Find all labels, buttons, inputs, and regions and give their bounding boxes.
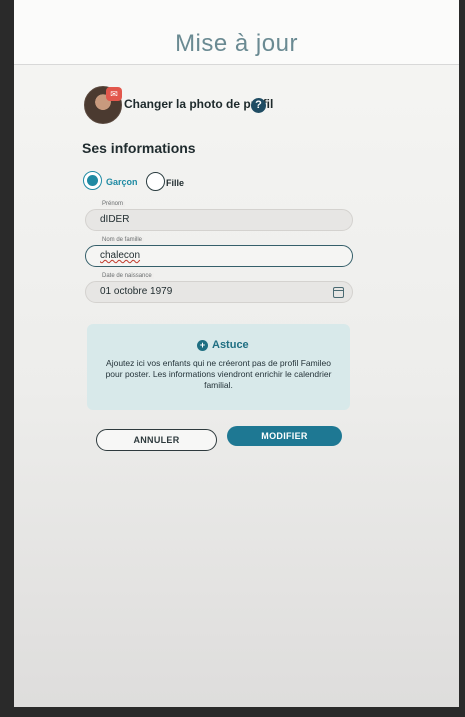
last-name-label: Nom de famille	[100, 237, 145, 243]
page-title: Mise à jour	[175, 30, 298, 57]
radio-selected-dot	[87, 175, 98, 186]
section-title: Ses informations	[82, 140, 196, 156]
device-bezel-right	[459, 0, 465, 717]
radio-label-garcon[interactable]: Garçon	[106, 177, 138, 187]
radio-fille[interactable]	[146, 172, 165, 191]
plus-icon: +	[197, 340, 208, 351]
last-name-field[interactable]: Nom de famille chalecon	[85, 237, 353, 267]
tip-box: + Astuce Ajoutez ici vos enfants qui ne …	[87, 324, 350, 410]
help-icon[interactable]: ?	[251, 98, 266, 113]
birth-date-label: Date de naissance	[100, 273, 154, 279]
radio-garcon[interactable]	[83, 171, 102, 190]
calendar-icon[interactable]	[333, 287, 344, 298]
device-bezel-left	[0, 0, 14, 717]
tip-text: Ajoutez ici vos enfants qui ne créeront …	[105, 358, 332, 390]
first-name-label: Prénom	[100, 201, 126, 207]
birth-date-field[interactable]: Date de naissance 01 octobre 1979	[85, 273, 353, 303]
device-bezel-bottom	[0, 707, 465, 717]
camera-icon[interactable]: ✉	[106, 87, 122, 101]
birth-date-value[interactable]: 01 octobre 1979	[100, 286, 172, 297]
first-name-value[interactable]: dIDER	[100, 214, 129, 225]
screen: Mise à jour ✉ Changer la photo de profil…	[14, 0, 459, 707]
cancel-button[interactable]: ANNULER	[96, 429, 217, 451]
tip-title: Astuce	[212, 339, 249, 351]
first-name-field[interactable]: Prénom dIDER	[85, 201, 353, 231]
last-name-value[interactable]: chalecon	[100, 250, 140, 261]
header: Mise à jour	[14, 0, 459, 65]
radio-label-fille[interactable]: Fille	[166, 178, 184, 188]
modify-button[interactable]: MODIFIER	[227, 426, 342, 446]
